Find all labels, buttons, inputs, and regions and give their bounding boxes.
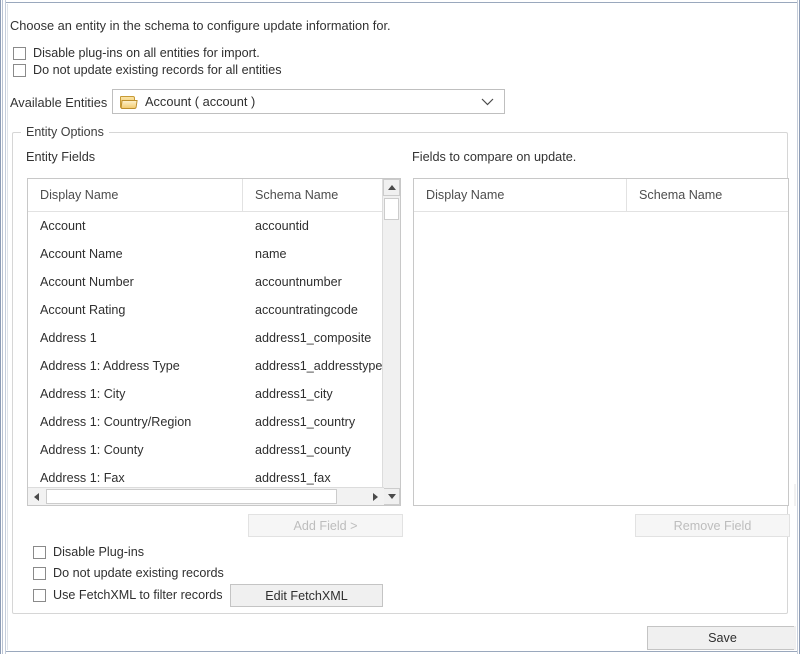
window-bottom-border xyxy=(6,651,797,652)
cell-display-name: Account xyxy=(28,219,243,233)
column-header-schema-name[interactable]: Schema Name xyxy=(627,179,788,211)
cell-schema-name: address1_addresstypecode xyxy=(243,359,383,373)
window-edge-artifact xyxy=(794,626,796,650)
checkbox-label: Disable plug-ins on all entities for imp… xyxy=(33,47,260,60)
checkbox-use-fetchxml[interactable]: Use FetchXML to filter records xyxy=(33,589,223,602)
cell-display-name: Address 1 xyxy=(28,331,243,345)
dialog-client-area: Choose an entity in the schema to config… xyxy=(7,4,796,650)
column-header-display-name[interactable]: Display Name xyxy=(414,179,627,211)
table-row[interactable]: Account Numberaccountnumber xyxy=(28,268,383,296)
remove-field-button[interactable]: Remove Field xyxy=(635,514,790,537)
edit-fetchxml-button[interactable]: Edit FetchXML xyxy=(230,584,383,607)
cell-display-name: Account Number xyxy=(28,275,243,289)
cell-schema-name: accountnumber xyxy=(243,275,383,289)
folder-icon xyxy=(120,95,137,109)
compare-fields-grid-body[interactable] xyxy=(414,212,788,505)
checkbox-label: Disable Plug-ins xyxy=(53,546,144,559)
table-row[interactable]: Address 1: Cityaddress1_city xyxy=(28,380,383,408)
instruction-text: Choose an entity in the schema to config… xyxy=(10,18,391,33)
checkbox-box-icon[interactable] xyxy=(33,567,46,580)
scroll-down-icon[interactable] xyxy=(383,488,400,505)
compare-fields-grid-header: Display Name Schema Name xyxy=(414,179,788,212)
cell-display-name: Address 1: Country/Region xyxy=(28,415,243,429)
window-left-border-inner xyxy=(2,0,3,654)
compare-fields-grid[interactable]: Display Name Schema Name xyxy=(413,178,789,506)
table-row[interactable]: Address 1: Address Typeaddress1_addresst… xyxy=(28,352,383,380)
cell-schema-name: address1_fax xyxy=(243,471,383,485)
save-button[interactable]: Save xyxy=(647,626,796,650)
checkbox-disable-plugins-all-entities[interactable]: Disable plug-ins on all entities for imp… xyxy=(13,47,260,60)
entity-options-legend: Entity Options xyxy=(21,125,109,139)
cell-display-name: Address 1: Address Type xyxy=(28,359,243,373)
table-row[interactable]: Address 1: Country/Regionaddress1_countr… xyxy=(28,408,383,436)
window-top-border xyxy=(6,2,797,3)
cell-display-name: Address 1: Fax xyxy=(28,471,243,485)
scroll-left-icon[interactable] xyxy=(28,488,45,505)
scroll-up-icon[interactable] xyxy=(383,179,400,196)
available-entities-label: Available Entities xyxy=(10,95,107,110)
checkbox-label: Do not update existing records for all e… xyxy=(33,64,282,77)
checkbox-box-icon[interactable] xyxy=(33,546,46,559)
cell-schema-name: name xyxy=(243,247,383,261)
window-edge-artifact xyxy=(794,484,796,506)
checkbox-label: Do not update existing records xyxy=(53,567,224,580)
checkbox-box-icon[interactable] xyxy=(13,64,26,77)
checkbox-do-not-update-existing-records[interactable]: Do not update existing records xyxy=(33,567,224,580)
table-row[interactable]: Accountaccountid xyxy=(28,212,383,240)
cell-schema-name: accountratingcode xyxy=(243,303,383,317)
checkbox-do-not-update-all-entities[interactable]: Do not update existing records for all e… xyxy=(13,64,282,77)
entity-fields-caption: Entity Fields xyxy=(26,150,95,164)
cell-display-name: Account Rating xyxy=(28,303,243,317)
cell-schema-name: address1_country xyxy=(243,415,383,429)
dialog-window: Choose an entity in the schema to config… xyxy=(0,0,800,654)
cell-display-name: Address 1: City xyxy=(28,387,243,401)
checkbox-box-icon[interactable] xyxy=(13,47,26,60)
cell-display-name: Account Name xyxy=(28,247,243,261)
checkbox-label: Use FetchXML to filter records xyxy=(53,589,223,602)
entity-fields-horizontal-scrollbar[interactable] xyxy=(28,487,384,505)
entity-fields-grid[interactable]: Display Name Schema Name Accountaccounti… xyxy=(27,178,401,506)
window-left-border-faint xyxy=(5,0,6,654)
entity-fields-vertical-scrollbar[interactable] xyxy=(382,179,400,505)
entity-fields-grid-body[interactable]: AccountaccountidAccount NamenameAccount … xyxy=(28,212,383,505)
available-entities-combobox[interactable]: Account ( account ) xyxy=(112,89,505,114)
checkbox-box-icon[interactable] xyxy=(33,589,46,602)
cell-schema-name: accountid xyxy=(243,219,383,233)
chevron-down-icon[interactable] xyxy=(481,95,494,109)
cell-schema-name: address1_city xyxy=(243,387,383,401)
table-row[interactable]: Address 1address1_composite xyxy=(28,324,383,352)
table-row[interactable]: Address 1: Countyaddress1_county xyxy=(28,436,383,464)
column-header-schema-name[interactable]: Schema Name xyxy=(243,179,400,211)
cell-schema-name: address1_composite xyxy=(243,331,383,345)
window-right-border-faint xyxy=(797,0,798,654)
scroll-right-icon[interactable] xyxy=(367,488,384,505)
vertical-scrollbar-thumb[interactable] xyxy=(384,198,399,220)
cell-schema-name: address1_county xyxy=(243,443,383,457)
checkbox-disable-plugins[interactable]: Disable Plug-ins xyxy=(33,546,144,559)
window-left-border xyxy=(0,0,1,654)
table-row[interactable]: Account Ratingaccountratingcode xyxy=(28,296,383,324)
table-row[interactable]: Account Namename xyxy=(28,240,383,268)
column-header-display-name[interactable]: Display Name xyxy=(28,179,243,211)
entity-fields-grid-header: Display Name Schema Name xyxy=(28,179,400,212)
compare-fields-caption: Fields to compare on update. xyxy=(412,150,576,164)
available-entities-selected-value: Account ( account ) xyxy=(145,94,481,109)
horizontal-scrollbar-thumb[interactable] xyxy=(46,489,337,504)
add-field-button[interactable]: Add Field > xyxy=(248,514,403,537)
cell-display-name: Address 1: County xyxy=(28,443,243,457)
